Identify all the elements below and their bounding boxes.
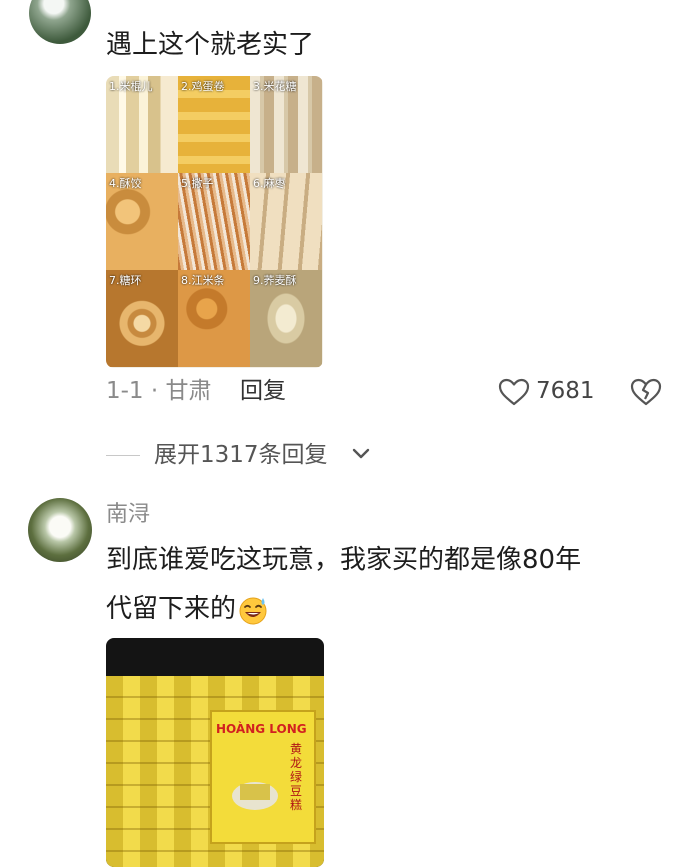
chevron-down-icon (352, 448, 370, 459)
grid-cell: 7.糖环 (106, 270, 178, 367)
comment-image[interactable]: HOÀNG LONG 黄龙绿豆糕 (106, 638, 324, 867)
grid-cell: 3.米花糖 (250, 76, 322, 173)
heart-icon[interactable] (498, 378, 530, 406)
comment-text: 到底谁爱吃这玩意，我家买的都是像80年 (106, 545, 582, 575)
grid-cell: 5.撒子 (178, 173, 250, 270)
sweat-smile-emoji-icon (239, 597, 267, 624)
grid-label: 8.江米条 (181, 274, 225, 287)
username[interactable]: 南浔 (106, 500, 150, 530)
comment-meta: 1-1 · 甘肃 (106, 378, 212, 404)
comment-image[interactable]: 1.米棍儿 2.鸡蛋卷 3.米花糖 4.酥饺 5.撒子 6.麻枣 7.糖环 8.… (106, 76, 323, 368)
grid-label: 3.米花糖 (253, 80, 297, 93)
comment-text-line2: 代留下来的 (106, 594, 268, 625)
like-count: 7681 (536, 378, 595, 404)
grid-cell: 8.江米条 (178, 270, 250, 367)
comment-text-continued: 代留下来的 (106, 594, 237, 624)
broken-heart-icon[interactable] (630, 377, 662, 407)
grid-label: 6.麻枣 (253, 177, 286, 190)
cake (240, 784, 270, 800)
grid-cell: 9.荞麦酥 (250, 270, 322, 367)
reply-button[interactable]: 回复 (240, 374, 286, 408)
product-box: HOÀNG LONG 黄龙绿豆糕 (210, 710, 316, 844)
grid-label: 1.米棍儿 (109, 80, 153, 93)
grid-label: 4.酥饺 (109, 177, 142, 190)
grid-cell: 4.酥饺 (106, 173, 178, 270)
brand-label: HOÀNG LONG (216, 722, 307, 736)
avatar[interactable] (28, 498, 92, 562)
grid-cell: 1.米棍儿 (106, 76, 178, 173)
grid-cell: 6.麻枣 (250, 173, 322, 270)
avatar[interactable] (29, 0, 91, 44)
expand-replies-label: 展开1317条回复 (154, 442, 328, 468)
comment-text: 遇上这个就老实了 (106, 30, 315, 60)
grid-label: 5.撒子 (181, 177, 214, 190)
grid-label: 9.荞麦酥 (253, 274, 297, 287)
product-label: 黄龙绿豆糕 (290, 742, 303, 812)
grid-cell: 2.鸡蛋卷 (178, 76, 250, 173)
grid-label: 2.鸡蛋卷 (181, 80, 225, 93)
grid-label: 7.糖环 (109, 274, 142, 287)
divider (106, 455, 140, 456)
